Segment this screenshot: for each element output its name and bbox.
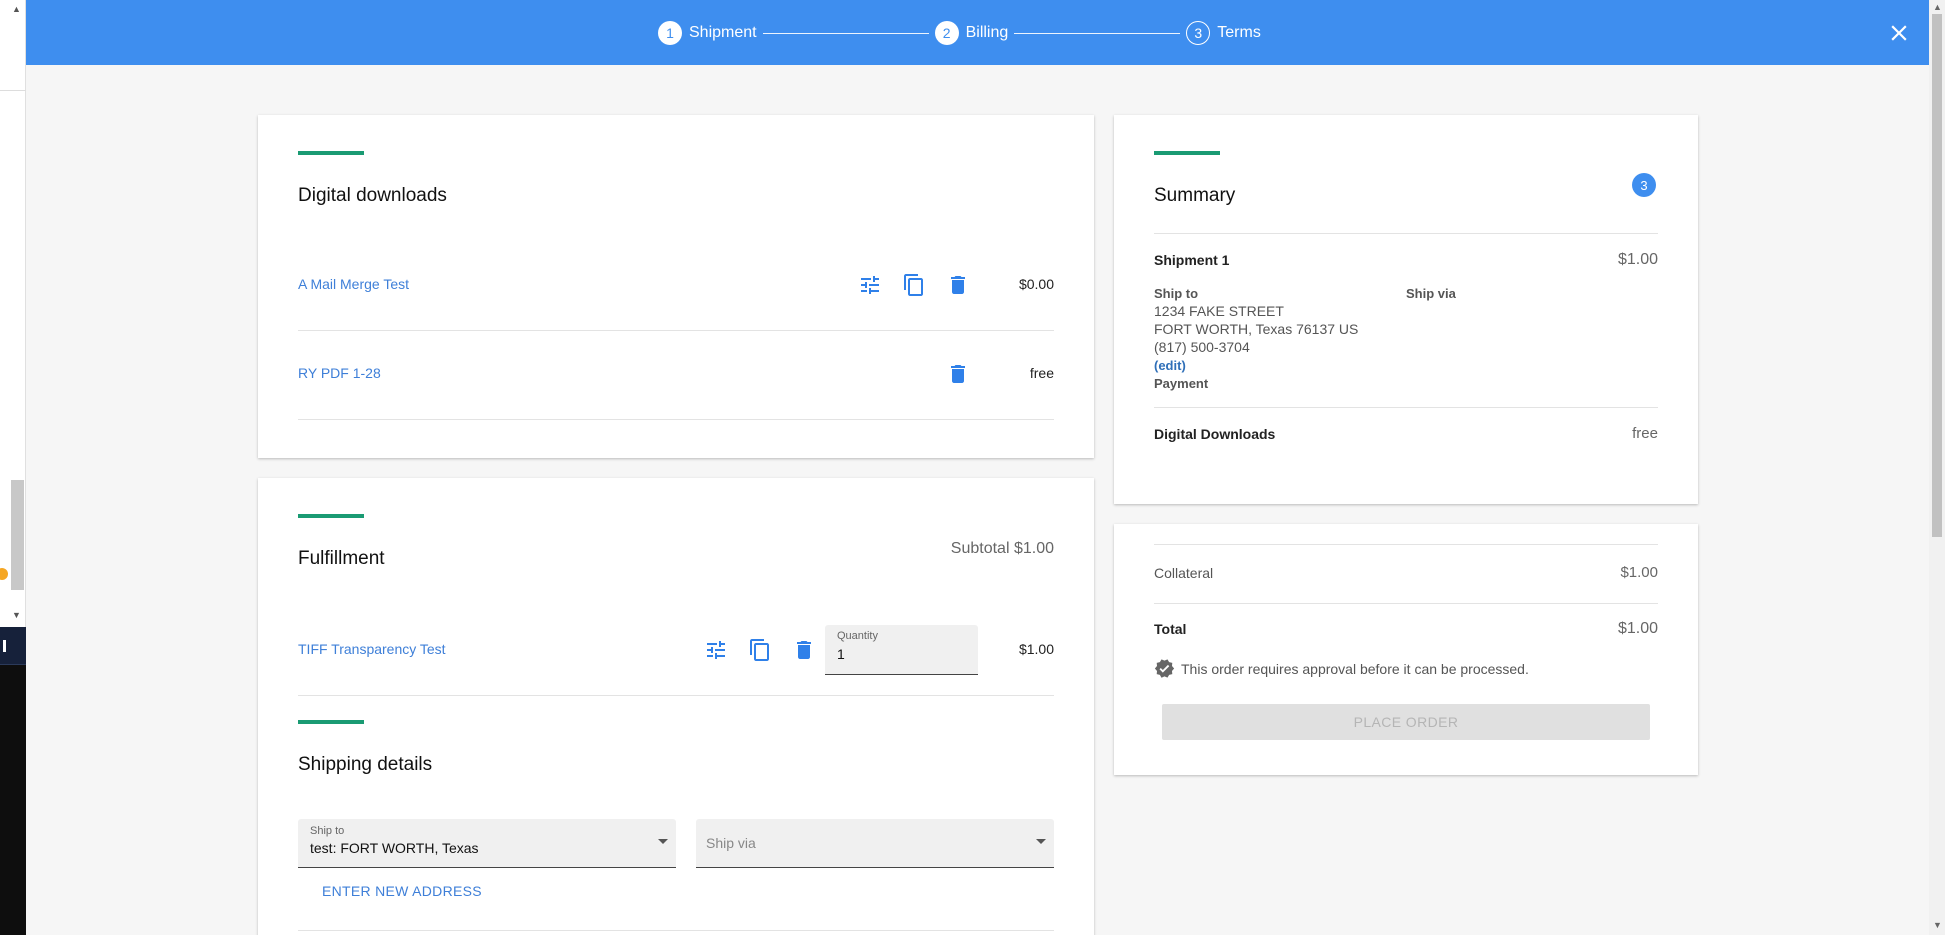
ship-via-label: Ship via — [1406, 286, 1456, 301]
close-icon[interactable] — [1886, 20, 1912, 46]
section-accent — [298, 151, 364, 155]
item-count-badge: 3 — [1632, 173, 1656, 197]
scroll-down-arrow-icon[interactable]: ▼ — [1933, 920, 1942, 930]
fulfillment-item-name[interactable]: TIFF Transparency Test — [298, 641, 446, 657]
customize-icon[interactable] — [858, 273, 882, 297]
verified-icon — [1154, 659, 1175, 678]
collateral-price: $1.00 — [1620, 564, 1658, 581]
row-divider — [1154, 233, 1658, 234]
row-divider — [1154, 544, 1658, 545]
address-line-1: 1234 FAKE STREET — [1154, 303, 1284, 319]
checkout-stepper: 1 Shipment 2 Billing 3 Terms — [658, 21, 1261, 45]
step-shipment[interactable]: 1 Shipment — [658, 21, 757, 45]
step-connector — [1014, 32, 1181, 34]
collateral-label: Collateral — [1154, 565, 1214, 581]
row-divider — [1154, 603, 1658, 604]
scroll-down-arrow-icon[interactable]: ▼ — [12, 610, 21, 620]
digital-downloads-label: Digital Downloads — [1154, 426, 1276, 442]
quantity-value[interactable]: 1 — [837, 646, 845, 662]
row-divider — [298, 419, 1054, 420]
step-number: 2 — [934, 21, 959, 45]
delete-icon[interactable] — [792, 638, 816, 662]
checkout-modal: 1 Shipment 2 Billing 3 Terms Digital dow… — [26, 0, 1929, 935]
ship-to-label: Ship to — [1154, 286, 1199, 301]
summary-title: Summary — [1154, 185, 1236, 206]
totals-card: Collateral $1.00 Total $1.00 This order … — [1114, 524, 1698, 775]
approval-notice: This order requires approval before it c… — [1154, 658, 1529, 679]
section-accent — [298, 514, 364, 518]
section-accent — [298, 720, 364, 724]
enter-new-address-button[interactable]: ENTER NEW ADDRESS — [322, 883, 482, 899]
quantity-field[interactable]: Quantity 1 — [825, 625, 978, 675]
fulfillment-item-price: $1.00 — [1018, 641, 1054, 657]
taskbar — [0, 627, 26, 935]
step-number: 1 — [658, 21, 682, 45]
delete-icon[interactable] — [946, 362, 970, 386]
ship-via-placeholder: Ship via — [706, 835, 756, 851]
scrollbar-thumb[interactable] — [1932, 14, 1942, 537]
section-accent — [1154, 151, 1220, 155]
approval-text: This order requires approval before it c… — [1181, 660, 1529, 677]
step-label: Shipment — [689, 24, 757, 41]
place-order-button[interactable]: PLACE ORDER — [1162, 704, 1650, 740]
dropdown-arrow-icon — [658, 839, 668, 844]
scroll-up-arrow-icon[interactable]: ▲ — [12, 4, 21, 14]
digital-downloads-price: free — [1632, 425, 1658, 442]
address-line-2: FORT WORTH, Texas 76137 US — [1154, 321, 1359, 337]
copy-icon[interactable] — [902, 273, 926, 297]
taskbar-item[interactable] — [0, 627, 26, 665]
download-item-price: free — [1029, 365, 1054, 381]
background-scrollbar-thumb[interactable] — [11, 480, 24, 590]
row-divider — [298, 330, 1054, 331]
fulfillment-card: Fulfillment Subtotal $1.00 TIFF Transpar… — [258, 478, 1094, 935]
notification-dot-icon — [0, 568, 8, 580]
page-scrollbar[interactable]: ▲ ▼ — [1929, 0, 1945, 935]
scroll-up-arrow-icon[interactable]: ▲ — [1933, 2, 1942, 12]
digital-downloads-card: Digital downloads A Mail Merge Test $0.0… — [258, 115, 1094, 458]
shipment-price: $1.00 — [1617, 251, 1658, 268]
section-title: Digital downloads — [298, 185, 447, 206]
step-terms[interactable]: 3 Terms — [1186, 21, 1261, 45]
step-connector — [762, 32, 929, 34]
step-label: Billing — [965, 24, 1009, 41]
ship-to-select[interactable]: Ship to test: FORT WORTH, Texas — [298, 819, 676, 868]
dropdown-arrow-icon — [1036, 839, 1046, 844]
ship-via-select[interactable]: Ship via — [696, 819, 1054, 868]
delete-icon[interactable] — [946, 273, 970, 297]
download-item-price: $0.00 — [1018, 276, 1054, 292]
total-price: $1.00 — [1617, 620, 1658, 637]
quantity-label: Quantity — [837, 630, 878, 642]
step-label: Terms — [1217, 24, 1261, 41]
phone-number: (817) 500-3704 — [1154, 339, 1250, 355]
background-window: ▲ ▼ — [0, 0, 26, 935]
download-item-name[interactable]: RY PDF 1-28 — [298, 365, 381, 381]
section-title: Fulfillment — [298, 548, 385, 569]
edit-address-link[interactable]: (edit) — [1154, 358, 1186, 373]
row-divider — [1154, 407, 1658, 408]
ship-to-value: test: FORT WORTH, Texas — [310, 840, 479, 856]
fulfillment-subtotal: Subtotal $1.00 — [950, 540, 1054, 557]
customize-icon[interactable] — [704, 638, 728, 662]
copy-icon[interactable] — [748, 638, 772, 662]
step-billing[interactable]: 2 Billing — [934, 21, 1009, 45]
row-divider — [298, 695, 1054, 696]
background-divider — [0, 90, 26, 91]
summary-card: Summary 3 Shipment 1 $1.00 Ship to Ship … — [1114, 115, 1698, 504]
payment-label: Payment — [1154, 376, 1209, 391]
download-item-name[interactable]: A Mail Merge Test — [298, 276, 409, 292]
checkout-header: 1 Shipment 2 Billing 3 Terms — [26, 0, 1929, 65]
ship-to-label: Ship to — [310, 825, 345, 837]
step-number: 3 — [1186, 21, 1211, 45]
row-divider — [298, 930, 1054, 931]
total-label: Total — [1154, 621, 1187, 637]
shipping-details-title: Shipping details — [298, 754, 433, 775]
shipment-label: Shipment 1 — [1154, 252, 1230, 268]
